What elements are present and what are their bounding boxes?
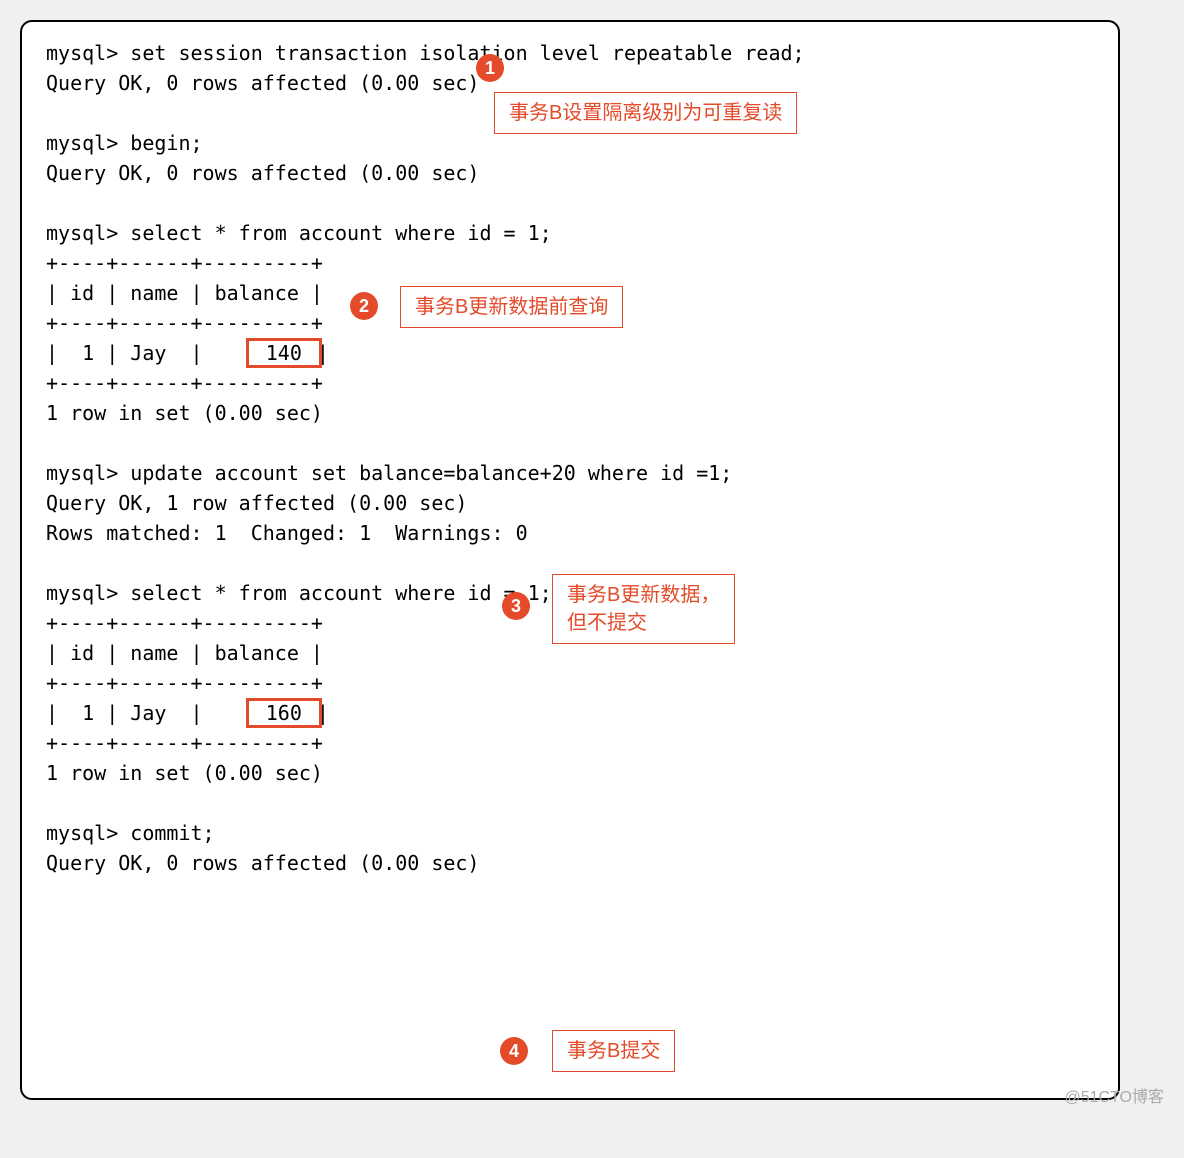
code-line [46,788,1094,818]
code-line: +----+------+---------+ [46,728,1094,758]
code-line: Query OK, 0 rows affected (0.00 sec) [46,848,1094,878]
watermark: @51CTO博客 [1064,1086,1164,1110]
annotation-1: 事务B设置隔离级别为可重复读 [494,92,797,134]
code-line: 1 row in set (0.00 sec) [46,758,1094,788]
highlight-value-160: 160 [246,698,322,728]
highlight-value-140: 140 [246,338,322,368]
terminal-window: mysql> set session transaction isolation… [20,20,1120,1100]
code-line: mysql> select * from account where id = … [46,218,1094,248]
step-badge-1: 1 [476,54,504,82]
code-line [46,428,1094,458]
code-line: mysql> update account set balance=balanc… [46,458,1094,488]
annotation-3: 事务B更新数据， 但不提交 [552,574,735,644]
code-line: | 1 | Jay | 160 | [46,698,1094,728]
code-line: +----+------+---------+ [46,368,1094,398]
code-line: Rows matched: 1 Changed: 1 Warnings: 0 [46,518,1094,548]
step-badge-3: 3 [502,592,530,620]
code-line: 1 row in set (0.00 sec) [46,398,1094,428]
annotation-4: 事务B提交 [552,1030,675,1072]
code-line: Query OK, 1 row affected (0.00 sec) [46,488,1094,518]
code-line [46,188,1094,218]
code-line: mysql> commit; [46,818,1094,848]
step-badge-4: 4 [500,1037,528,1065]
annotation-2: 事务B更新数据前查询 [400,286,623,328]
step-badge-2: 2 [350,292,378,320]
code-line: +----+------+---------+ [46,668,1094,698]
code-line: | 1 | Jay | 140 | [46,338,1094,368]
code-line: +----+------+---------+ [46,248,1094,278]
code-line: mysql> set session transaction isolation… [46,38,1094,68]
code-line: Query OK, 0 rows affected (0.00 sec) [46,158,1094,188]
